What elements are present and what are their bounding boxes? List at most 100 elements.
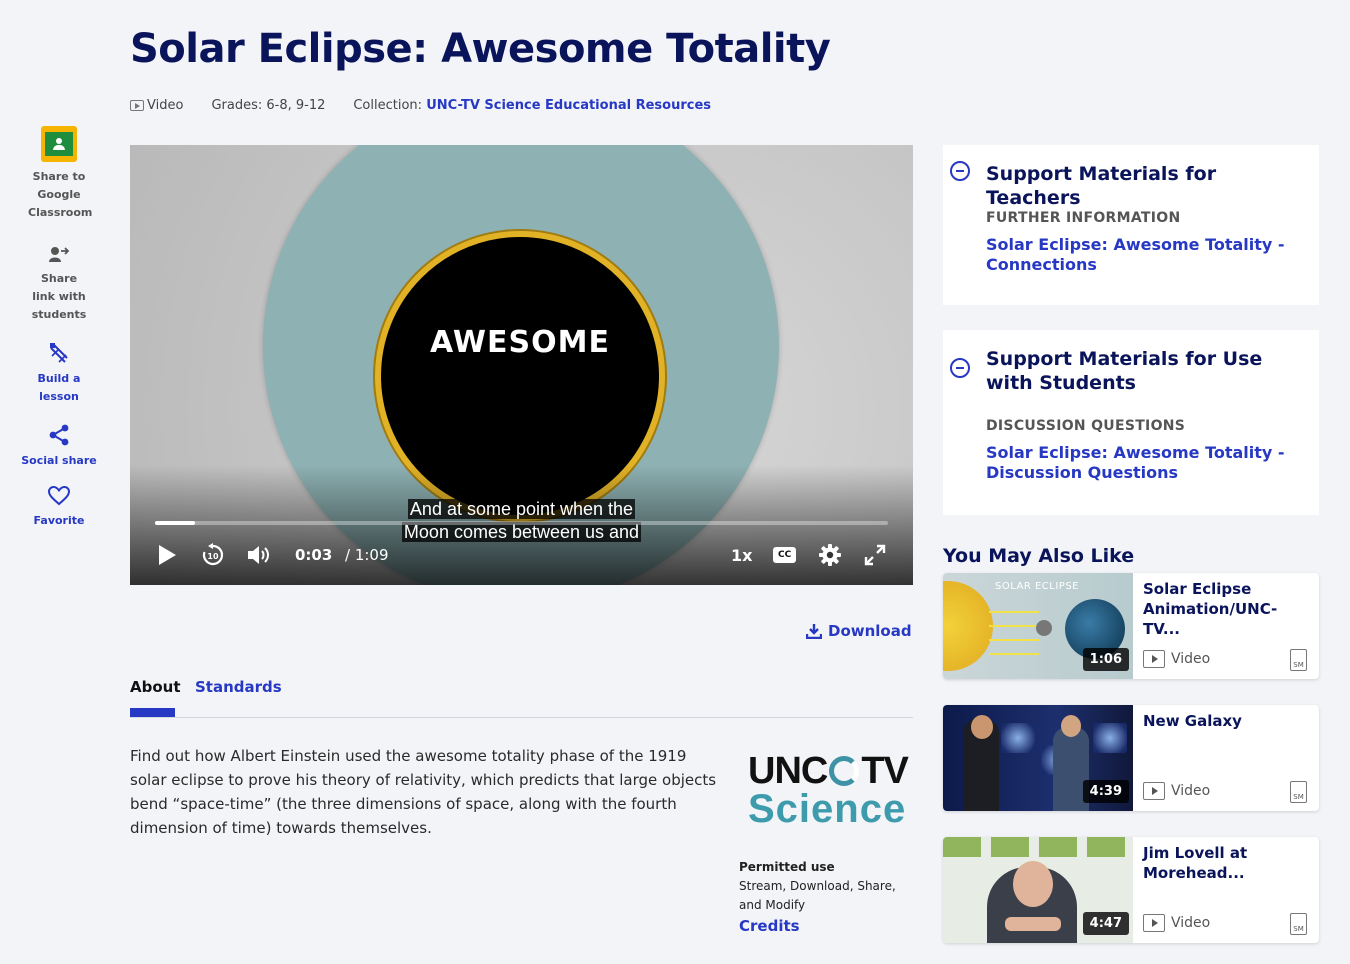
svg-text:10: 10: [207, 552, 219, 561]
video-frame-word: AWESOME: [430, 325, 610, 360]
support-teachers-heading: Support Materials for Teachers: [986, 163, 1217, 209]
credits-link[interactable]: Credits: [739, 917, 919, 936]
share-google-classroom-label: Share to Google Classroom: [28, 170, 93, 219]
share-icon: [49, 424, 69, 446]
related-type: Video: [1143, 914, 1210, 932]
related-thumbnail: 4:47: [943, 837, 1133, 943]
duration-badge: 4:39: [1082, 780, 1129, 803]
about-description: Find out how Albert Einstein used the aw…: [130, 747, 717, 837]
tab-about[interactable]: About: [130, 678, 181, 717]
build-lesson-label: Build a lesson: [37, 372, 81, 403]
related-thumbnail: SOLAR ECLIPSE 1:06: [943, 573, 1133, 679]
related-type-label: Video: [1171, 783, 1211, 799]
permitted-use-heading: Permitted use: [739, 860, 835, 874]
resource-page: Solar Eclipse: Awesome Totality Video Gr…: [0, 0, 1350, 964]
page-title: Solar Eclipse: Awesome Totality: [130, 26, 831, 72]
support-materials-students-card: Support Materials for Use with Students …: [943, 330, 1319, 515]
unc-tv-science-logo: UNC TV Science: [748, 750, 909, 831]
captions-button[interactable]: CC: [773, 540, 797, 570]
play-icon: [159, 545, 176, 565]
logo-science: Science: [748, 787, 907, 831]
video-icon: [130, 100, 144, 111]
volume-button[interactable]: [246, 540, 272, 570]
support-materials-icon: SM: [1290, 649, 1307, 671]
social-share-button[interactable]: Social share: [18, 424, 100, 470]
google-classroom-icon: [41, 126, 77, 162]
caption-line-1: And at some point when the: [407, 499, 636, 519]
tab-standards[interactable]: Standards: [195, 678, 282, 696]
favorite-button[interactable]: Favorite: [18, 486, 100, 530]
tab-about-label: About: [130, 678, 181, 696]
social-share-label: Social share: [21, 454, 97, 467]
favorite-label: Favorite: [33, 514, 85, 527]
logo-unc: UNC: [748, 750, 828, 792]
related-card[interactable]: SOLAR ECLIPSE 1:06 Solar Eclipse Animati…: [943, 573, 1319, 679]
download-icon: [806, 624, 822, 639]
duration-badge: 4:47: [1082, 912, 1129, 935]
build-lesson-button[interactable]: Build a lesson: [18, 342, 100, 406]
related-type: Video: [1143, 650, 1210, 668]
progress-fill: [155, 521, 196, 525]
speed-button[interactable]: 1x: [731, 540, 752, 570]
build-lesson-icon: [50, 343, 68, 363]
permitted-use-value: Stream, Download, Share, and Modify: [739, 879, 896, 912]
related-card[interactable]: 4:47 Jim Lovell at Morehead... Video SM: [943, 837, 1319, 943]
play-icon: [1143, 782, 1165, 800]
collection-label: Collection:: [353, 98, 423, 113]
share-link-label: Share link with students: [31, 272, 87, 321]
related-title: New Galaxy: [1143, 712, 1242, 730]
media-type: Video: [147, 98, 184, 113]
logo-swirl-icon: [829, 756, 860, 786]
download-label: Download: [828, 622, 912, 640]
related-type: Video: [1143, 782, 1210, 800]
caption-line-2: Moon comes between us and: [401, 522, 642, 542]
share-link-button[interactable]: Share link with students: [18, 246, 100, 324]
download-button[interactable]: Download: [806, 622, 912, 640]
thumb-label: SOLAR ECLIPSE: [995, 581, 1080, 592]
heart-icon: [48, 486, 70, 506]
connections-link[interactable]: Solar Eclipse: Awesome Totality - Connec…: [986, 235, 1286, 275]
support-materials-icon: SM: [1290, 913, 1307, 935]
support-materials-teachers-card: Support Materials for Teachers FURTHER I…: [943, 145, 1319, 305]
related-title: Jim Lovell at Morehead...: [1143, 844, 1248, 882]
video-player[interactable]: AWESOME And at some point when the Moon …: [130, 145, 913, 585]
rewind-10-icon: 10: [202, 543, 224, 566]
play-icon: [1143, 650, 1165, 668]
duration-badge: 1:06: [1082, 648, 1129, 671]
action-rail: Share to Google Classroom Share link wit…: [18, 126, 100, 530]
share-link-icon: [49, 247, 69, 262]
further-information-heading: FURTHER INFORMATION: [986, 210, 1181, 226]
share-google-classroom-button[interactable]: Share to Google Classroom: [18, 126, 100, 222]
collapse-icon[interactable]: [950, 161, 970, 181]
tab-active-indicator: [130, 708, 175, 717]
cc-icon: CC: [773, 547, 797, 563]
permitted-use: Permitted use Stream, Download, Share, a…: [739, 858, 919, 936]
discussion-questions-heading: DISCUSSION QUESTIONS: [986, 418, 1186, 434]
settings-button[interactable]: [819, 540, 841, 570]
related-card[interactable]: 4:39 New Galaxy Video SM: [943, 705, 1319, 811]
play-icon: [1143, 914, 1165, 932]
fullscreen-button[interactable]: [864, 540, 886, 570]
play-button[interactable]: [156, 540, 178, 570]
discussion-questions-link[interactable]: Solar Eclipse: Awesome Totality - Discus…: [986, 443, 1286, 483]
current-time: 0:03: [295, 546, 333, 564]
grades: Grades: 6-8, 9-12: [211, 98, 326, 113]
gear-icon: [819, 544, 841, 566]
support-students-heading: Support Materials for Use with Students: [986, 348, 1263, 394]
collection-link[interactable]: UNC-TV Science Educational Resources: [426, 98, 711, 113]
fullscreen-icon: [864, 544, 886, 566]
resource-meta: Video Grades: 6-8, 9-12 Collection: UNC-…: [130, 98, 711, 113]
you-may-also-like-heading: You May Also Like: [943, 545, 1135, 567]
volume-icon: [248, 546, 269, 564]
content-tabs: About Standards: [130, 678, 913, 718]
related-type-label: Video: [1171, 915, 1211, 931]
support-materials-icon: SM: [1290, 781, 1307, 803]
progress-bar[interactable]: [155, 521, 888, 525]
duration: / 1:09: [345, 546, 389, 564]
related-thumbnail: 4:39: [943, 705, 1133, 811]
collapse-icon[interactable]: [950, 358, 970, 378]
related-title: Solar Eclipse Animation/UNC-TV...: [1143, 580, 1278, 638]
related-type-label: Video: [1171, 651, 1211, 667]
collection: Collection: UNC-TV Science Educational R…: [353, 98, 711, 113]
rewind-10-button[interactable]: 10: [201, 540, 225, 570]
